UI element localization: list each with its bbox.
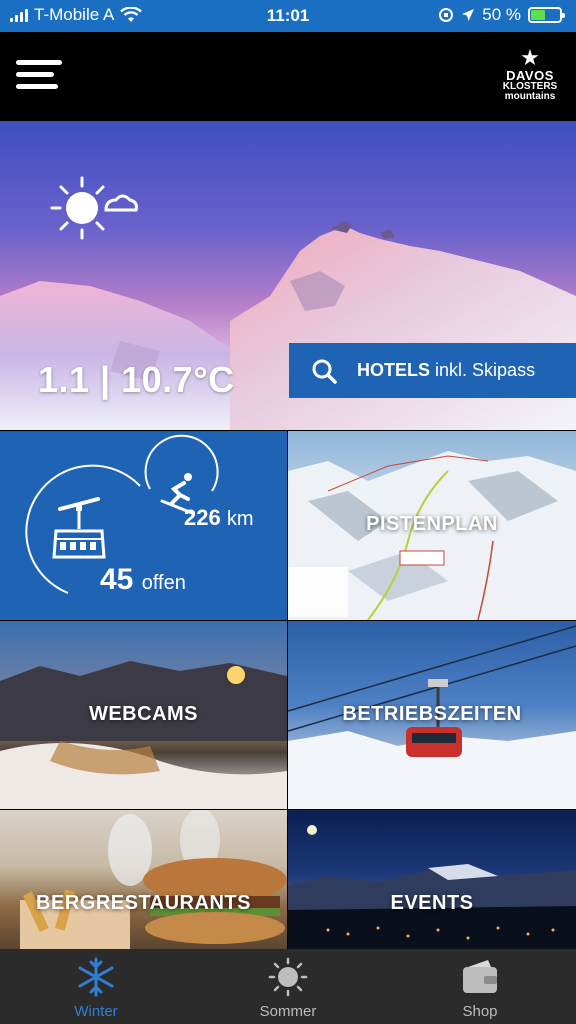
menu-line <box>16 84 58 89</box>
pistenplan-label: PISTENPLAN <box>366 513 498 535</box>
lifts-unit: offen <box>141 572 186 594</box>
gondola-icon <box>52 497 106 559</box>
tab-bar: Winter Sommer Shop <box>0 949 576 1024</box>
events-tile[interactable]: EVENTS <box>288 810 576 949</box>
slopes-value: 226 <box>184 505 221 530</box>
star-icon: ★ <box>520 45 540 70</box>
slopes-readout: 226 km <box>184 505 254 531</box>
battery-icon <box>528 7 565 23</box>
hero-banner: 1.1 | 10.7°C HOTELS inkl. Skipass <box>0 121 576 430</box>
search-icon <box>312 359 337 384</box>
menu-button[interactable] <box>16 60 64 96</box>
lifts-value: 45 <box>100 563 134 596</box>
tab-shop-label: Shop <box>462 1003 498 1020</box>
pistenplan-tile[interactable]: PISTENPLAN <box>288 431 576 620</box>
tab-sommer-label: Sommer <box>259 1003 317 1020</box>
sun-icon <box>268 957 308 997</box>
orientation-lock-icon <box>439 8 454 22</box>
tab-winter-label: Winter <box>74 1003 118 1020</box>
menu-line <box>16 60 62 65</box>
hotels-label-rest: inkl. Skipass <box>435 360 536 380</box>
bergrestaurants-label: BERGRESTAURANTS <box>36 892 251 914</box>
tab-winter[interactable]: Winter <box>0 949 192 1024</box>
betriebszeiten-label: BETRIEBSZEITEN <box>342 703 522 725</box>
night-village-image <box>288 825 576 949</box>
hotels-label: HOTELS inkl. Skipass <box>357 360 535 381</box>
hotels-search-button[interactable]: HOTELS inkl. Skipass <box>289 343 576 398</box>
slopes-unit: km <box>226 508 254 530</box>
status-right: 50 % <box>438 5 565 25</box>
logo-line-3: mountains <box>504 91 556 102</box>
battery-fill <box>531 10 545 20</box>
davos-klosters-logo: ★ DAVOS KLOSTERS mountains <box>502 47 558 102</box>
tab-shop[interactable]: Shop <box>384 949 576 1024</box>
webcams-tile[interactable]: WEBCAMS <box>0 621 287 809</box>
status-bar: T-Mobile A 11:01 50 % <box>0 0 576 32</box>
tab-sommer[interactable]: Sommer <box>192 949 384 1024</box>
battery-percent: 50 % <box>482 5 521 24</box>
bergrestaurants-tile[interactable]: BERGRESTAURANTS <box>0 810 287 949</box>
app-header: ★ DAVOS KLOSTERS mountains <box>0 32 576 121</box>
location-arrow-icon <box>462 9 475 21</box>
wallet-icon <box>463 960 497 993</box>
events-label: EVENTS <box>390 892 474 914</box>
webcams-label: WEBCAMS <box>88 703 199 725</box>
hotels-label-bold: HOTELS <box>357 360 431 380</box>
lift-status-tile[interactable]: 226 km 45 offen <box>0 431 287 620</box>
betriebszeiten-tile[interactable]: BETRIEBSZEITEN <box>288 621 576 809</box>
temperature-readout: 1.1 | 10.7°C <box>38 359 235 400</box>
snowflake-icon <box>78 957 114 997</box>
sun-cloud-icon <box>50 176 138 240</box>
burger-image <box>20 810 287 949</box>
menu-line <box>16 72 54 77</box>
lifts-readout: 45 offen <box>100 563 186 597</box>
